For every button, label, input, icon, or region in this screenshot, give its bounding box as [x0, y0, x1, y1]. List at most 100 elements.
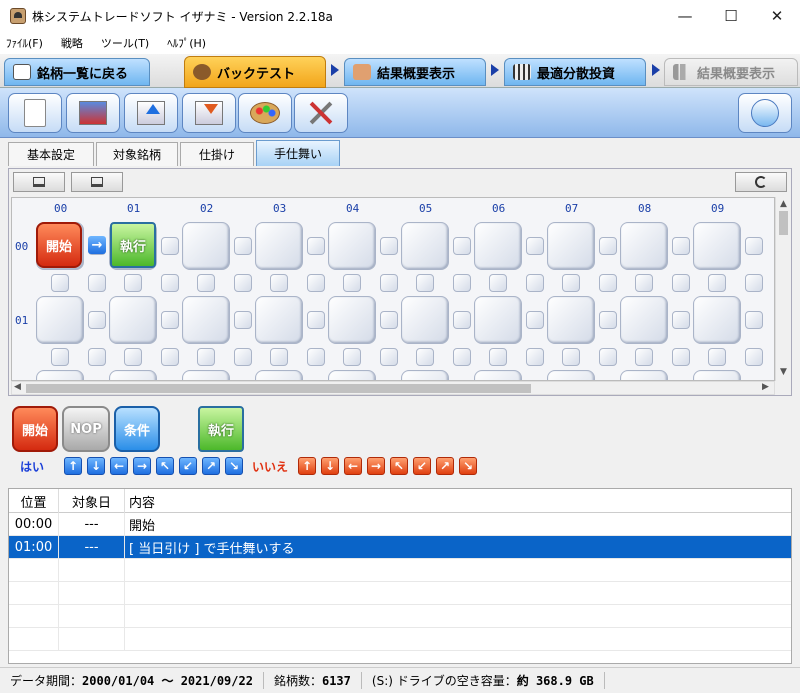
horizontal-scroll-thumb[interactable] — [26, 384, 531, 393]
grid-connector[interactable] — [599, 348, 617, 366]
grid-connector[interactable] — [453, 274, 471, 292]
grid-connector[interactable] — [416, 348, 434, 366]
no-arrow-left-icon[interactable]: ← — [344, 457, 362, 475]
grid-cell[interactable] — [109, 370, 157, 380]
table-row[interactable] — [9, 628, 791, 651]
grid-connector[interactable] — [453, 311, 471, 329]
yes-arrow-up-icon[interactable]: ↑ — [64, 457, 82, 475]
table-row[interactable]: 01:00 ---[ 当日引け ] で手仕舞いする — [9, 536, 791, 559]
view-button-1[interactable] — [13, 172, 65, 192]
new-button[interactable] — [8, 93, 62, 133]
grid-connector[interactable] — [51, 348, 69, 366]
grid-connector[interactable] — [270, 274, 288, 292]
minimize-button[interactable]: — — [662, 0, 708, 32]
yes-arrow-down-left-icon[interactable]: ↙ — [179, 457, 197, 475]
yes-arrow-up-right-icon[interactable]: ↗ — [202, 457, 220, 475]
grid-cell[interactable] — [620, 222, 668, 270]
grid-cell[interactable] — [328, 296, 376, 344]
grid-connector[interactable] — [745, 237, 763, 255]
grid-connector[interactable] — [599, 274, 617, 292]
no-arrow-up-left-icon[interactable]: ↖ — [390, 457, 408, 475]
grid-connector[interactable] — [343, 348, 361, 366]
close-button[interactable]: ✕ — [754, 0, 800, 32]
grid-connector[interactable] — [453, 348, 471, 366]
no-arrow-up-icon[interactable]: ↑ — [298, 457, 316, 475]
grid-connector[interactable] — [270, 348, 288, 366]
grid-connector[interactable] — [635, 274, 653, 292]
tab-entry[interactable]: 仕掛け — [180, 142, 254, 166]
grid-cell[interactable] — [182, 222, 230, 270]
menu-tools[interactable]: ツール(T) — [101, 35, 149, 51]
backtest-tab[interactable]: バックテスト — [184, 56, 326, 88]
arrow-right-icon[interactable]: → — [88, 236, 106, 254]
tab-exit[interactable]: 手仕舞い — [256, 140, 340, 166]
grid-connector[interactable] — [453, 237, 471, 255]
yes-arrow-left-icon[interactable]: ← — [110, 457, 128, 475]
grid-connector[interactable] — [234, 348, 252, 366]
menu-help[interactable]: ﾍﾙﾌﾟ(H) — [167, 35, 206, 51]
table-row[interactable] — [9, 605, 791, 628]
grid-connector[interactable] — [380, 348, 398, 366]
grid-connector[interactable] — [672, 348, 690, 366]
grid-connector[interactable] — [562, 274, 580, 292]
grid-cell[interactable] — [182, 370, 230, 380]
table-row[interactable] — [9, 582, 791, 605]
grid-connector[interactable] — [745, 348, 763, 366]
grid-connector[interactable] — [234, 311, 252, 329]
scroll-left-icon[interactable]: ◀ — [14, 382, 21, 392]
export-button[interactable] — [124, 93, 178, 133]
grid-connector[interactable] — [88, 274, 106, 292]
grid-connector[interactable] — [51, 274, 69, 292]
refresh-button[interactable] — [735, 172, 787, 192]
grid-cell[interactable] — [401, 296, 449, 344]
grid-cell[interactable] — [328, 370, 376, 380]
vertical-scroll-thumb[interactable] — [779, 211, 788, 235]
grid-connector[interactable] — [124, 274, 142, 292]
grid-connector[interactable] — [197, 348, 215, 366]
grid-connector[interactable] — [562, 348, 580, 366]
no-arrow-down-right-icon[interactable]: ↘ — [459, 457, 477, 475]
grid-connector[interactable] — [161, 348, 179, 366]
grid-connector[interactable] — [307, 348, 325, 366]
palette-nop[interactable]: NOP — [62, 406, 110, 452]
grid-connector[interactable] — [599, 311, 617, 329]
maximize-button[interactable]: ☐ — [708, 0, 754, 32]
palette-button[interactable] — [238, 93, 292, 133]
grid-cell[interactable] — [620, 296, 668, 344]
grid-connector[interactable] — [489, 348, 507, 366]
grid-cell[interactable] — [547, 222, 595, 270]
grid-connector[interactable] — [307, 311, 325, 329]
strategy-grid[interactable]: 00 01 02 03 04 05 06 07 08 09 00 01 開始 →… — [11, 197, 775, 381]
no-arrow-down-icon[interactable]: ↓ — [321, 457, 339, 475]
grid-connector[interactable] — [708, 274, 726, 292]
grid-cell[interactable] — [547, 370, 595, 380]
optimal-tab[interactable]: 最適分散投資 — [504, 58, 646, 86]
menu-strategy[interactable]: 戦略 — [61, 35, 83, 51]
grid-cell[interactable] — [36, 296, 84, 344]
database-button[interactable] — [66, 93, 120, 133]
grid-connector[interactable] — [489, 274, 507, 292]
palette-condition[interactable]: 条件 — [114, 406, 160, 452]
grid-connector[interactable] — [672, 274, 690, 292]
grid-connector[interactable] — [161, 274, 179, 292]
exec-node[interactable]: 執行 — [110, 222, 156, 268]
grid-connector[interactable] — [526, 274, 544, 292]
table-row[interactable]: 00:00 --- 開始 — [9, 513, 791, 536]
header-content[interactable]: 内容 — [125, 489, 791, 513]
grid-cell[interactable] — [547, 296, 595, 344]
header-position[interactable]: 位置 — [9, 489, 59, 513]
grid-connector[interactable] — [234, 274, 252, 292]
grid-connector[interactable] — [672, 311, 690, 329]
grid-cell[interactable] — [693, 222, 741, 270]
yes-arrow-right-icon[interactable]: → — [133, 457, 151, 475]
grid-connector[interactable] — [307, 274, 325, 292]
grid-cell[interactable] — [36, 370, 84, 380]
no-arrow-right-icon[interactable]: → — [367, 457, 385, 475]
grid-cell[interactable] — [474, 222, 522, 270]
grid-connector[interactable] — [343, 274, 361, 292]
notes-button[interactable] — [738, 93, 792, 133]
palette-exec[interactable]: 執行 — [198, 406, 244, 452]
grid-cell[interactable] — [255, 370, 303, 380]
grid-connector[interactable] — [161, 311, 179, 329]
grid-cell[interactable] — [328, 222, 376, 270]
